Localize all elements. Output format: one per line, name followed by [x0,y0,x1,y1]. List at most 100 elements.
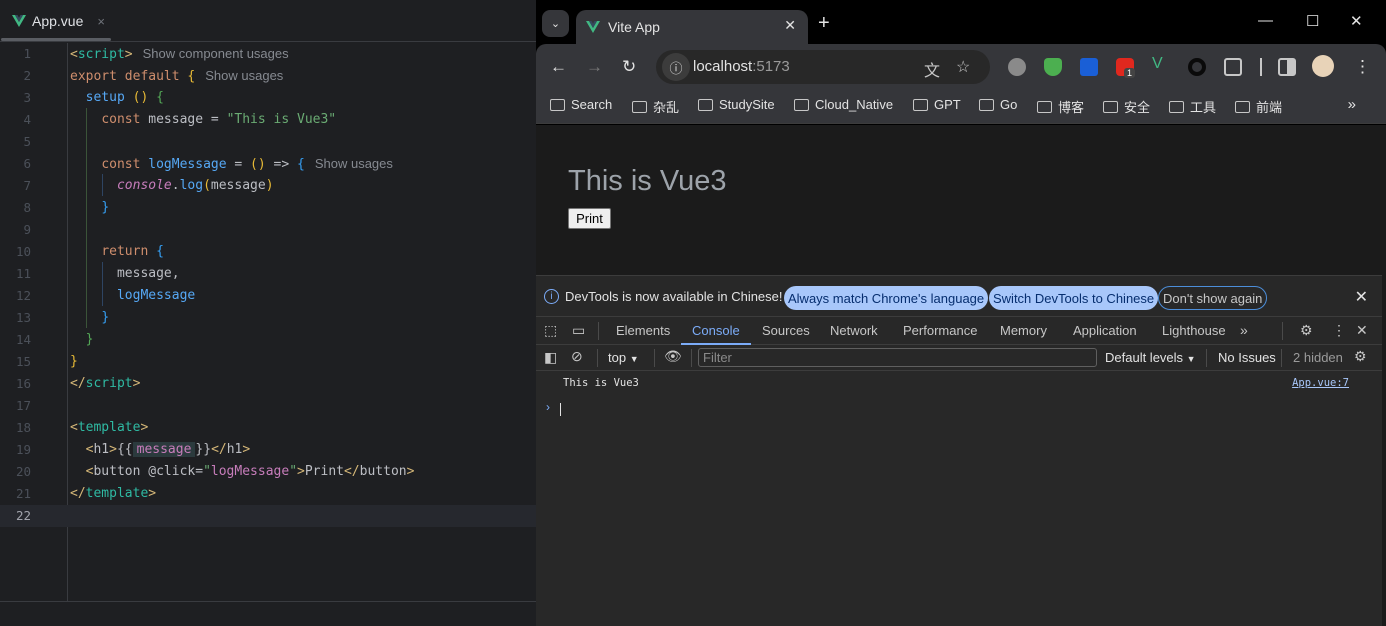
bookmark-folder[interactable]: 工具 [1169,97,1216,116]
switch-to-chinese-button[interactable]: Switch DevTools to Chinese [989,286,1159,310]
site-info-icon[interactable]: ⓘ [662,53,690,81]
context-selector[interactable]: top ▼ [608,350,639,365]
back-icon[interactable]: ← [550,57,567,77]
forward-icon[interactable]: → [586,57,603,77]
token: button [93,464,141,479]
devtools-menu-icon[interactable]: ⋮ [1332,322,1346,339]
console-prompt-icon: › [546,400,550,414]
tab-memory[interactable]: Memory [1000,323,1047,338]
toolbar-separator [1260,58,1262,76]
menu-kebab-icon[interactable]: ⋮ [1354,57,1371,77]
token: logMessage [210,464,290,479]
tab-lighthouse[interactable]: Lighthouse [1162,323,1226,338]
bookmarks-overflow-icon[interactable]: » [1348,96,1356,113]
settings-gear-icon[interactable]: ⚙ [1300,322,1313,339]
folder-icon [1169,100,1184,113]
new-tab-button[interactable]: + [818,12,830,35]
bookmark-folder[interactable]: Cloud_Native [794,97,893,112]
token: const [101,157,141,172]
url-text[interactable]: localhost:5173 [693,58,790,75]
bookmark-folder[interactable]: 前端 [1235,97,1282,116]
code-area[interactable]: 1 <script> Show component usages 2 export d… [0,43,536,601]
close-tab-icon[interactable]: × [97,14,105,29]
bookmark-folder[interactable]: Search [550,97,612,112]
tab-search-button[interactable]: ⌄ [542,10,569,37]
inspect-element-icon[interactable]: ⬚ [544,322,557,339]
page-heading: This is Vue3 [568,165,727,197]
sidebar-toggle-icon[interactable]: ◧ [544,349,557,366]
code-line: 10 return { [0,241,536,263]
folder-icon [698,98,713,111]
token: h1 [93,442,110,457]
issues-button[interactable]: No Issues [1218,350,1276,365]
close-infobar-icon[interactable]: ✕ [1355,287,1368,307]
address-bar[interactable]: ⓘ localhost:5173 文 ☆ [656,50,990,84]
token: export [70,69,117,84]
console-settings-icon[interactable]: ⚙ [1354,348,1367,365]
bitwarden-icon[interactable] [1080,58,1098,76]
browser-tab[interactable]: Vite App ✕ [576,10,808,44]
extensions-puzzle-icon[interactable] [1224,58,1242,76]
tab-console[interactable]: Console [692,323,740,338]
token: message [210,178,266,193]
folder-icon [1235,100,1250,113]
tab-performance[interactable]: Performance [903,323,977,338]
token: button [359,464,407,479]
tab-application[interactable]: Application [1073,323,1137,338]
editor-tab-scrollbar[interactable] [1,38,111,41]
code-line: 3 setup () { [0,87,536,109]
more-tabs-icon[interactable]: » [1240,322,1248,338]
translate-icon[interactable]: 文 [924,57,940,81]
bookmark-label: Cloud_Native [815,97,894,112]
code-line: 7 console.log(message) [0,175,536,197]
bookmark-star-icon[interactable]: ☆ [956,57,970,77]
log-levels-dropdown[interactable]: Default levels ▼ [1105,350,1196,365]
folder-icon [979,98,994,111]
minimize-icon[interactable]: — [1258,12,1273,29]
console-input[interactable] [560,403,561,416]
live-expression-eye-icon[interactable]: 👁 [664,348,682,365]
bookmark-label: Go [1000,97,1018,112]
extension-badge-icon[interactable]: 1 [1116,58,1136,78]
circle-extension-icon[interactable] [1188,58,1206,76]
vue-devtools-icon[interactable]: V [1152,55,1170,73]
always-match-language-button[interactable]: Always match Chrome's language [784,286,989,310]
adguard-shield-icon[interactable] [1044,58,1062,76]
print-button[interactable]: Print [568,208,611,229]
token: script [77,47,125,62]
extension-icon[interactable] [1008,58,1026,76]
reload-icon[interactable]: ↻ [622,57,636,77]
profile-avatar[interactable] [1312,55,1334,77]
log-source-link[interactable]: App.vue:7 [1292,377,1349,389]
line-number: 14 [15,332,31,347]
info-icon: i [544,289,559,304]
hidden-count: 2 hidden [1293,350,1343,365]
device-toolbar-icon[interactable]: ▭ [572,322,585,339]
filter-input[interactable]: Filter [698,348,1097,367]
clear-console-icon[interactable]: ⊘ [571,348,583,365]
tab-network[interactable]: Network [830,323,878,338]
dont-show-again-button[interactable]: Don't show again [1158,286,1268,310]
close-devtools-icon[interactable]: ✕ [1356,322,1368,339]
close-window-icon[interactable]: ✕ [1350,12,1363,30]
tab-elements[interactable]: Elements [616,323,670,338]
bookmarks-bar: Search 杂乱 StudySite Cloud_Native GPT Go … [536,89,1386,124]
editor-tab-app-vue[interactable]: App.vue × [12,10,105,32]
line-number: 2 [23,68,31,83]
side-panel-icon[interactable] [1278,58,1296,76]
maximize-icon[interactable]: ☐ [1306,12,1319,30]
line-number: 12 [15,288,31,303]
line-number: 10 [15,244,31,259]
inlay-hint-usages[interactable]: Show usages [205,68,283,83]
bookmark-folder[interactable]: GPT [913,97,961,112]
tab-sources[interactable]: Sources [762,323,810,338]
bookmark-folder[interactable]: 杂乱 [632,97,679,116]
line-number: 13 [15,310,31,325]
bookmark-folder[interactable]: StudySite [698,97,775,112]
bookmark-folder[interactable]: 安全 [1103,97,1150,116]
inlay-hint-component-usages[interactable]: Show component usages [143,46,289,61]
inlay-hint-usages[interactable]: Show usages [315,156,393,171]
bookmark-folder[interactable]: Go [979,97,1017,112]
close-tab-icon[interactable]: ✕ [784,17,796,34]
bookmark-folder[interactable]: 博客 [1037,97,1084,116]
